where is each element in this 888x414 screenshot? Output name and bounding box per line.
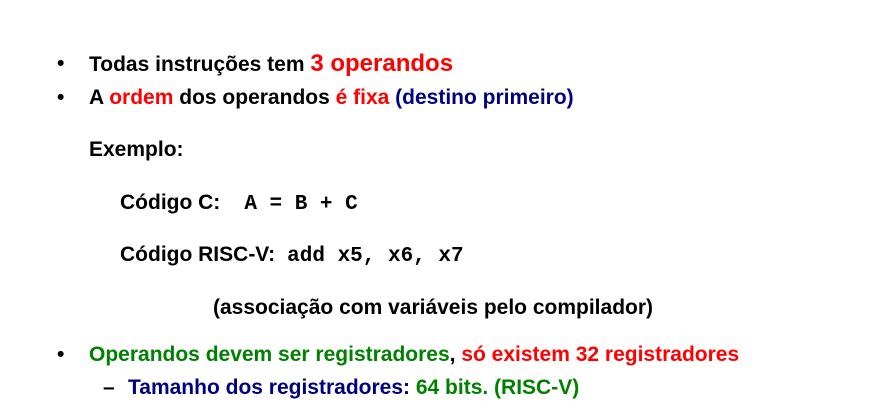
bullet-item-fixed-order: A ordem dos operandos é fixa (destino pr… [89,86,574,110]
bullet-text-a: A [89,86,110,109]
riscv-code-snippet: add x5, x6, x7 [287,245,464,268]
bullet-marker: • [57,86,65,109]
compiler-association-note: (associação com variáveis pelo compilado… [213,296,654,319]
riscv-code-label: Código RISC-V: [120,243,276,266]
bullet-marker: • [57,52,65,75]
example-heading: Exemplo: [89,138,184,161]
highlight-e-fixa: é fixa [335,86,390,109]
sub-bullet-marker: – [103,376,115,399]
bullet-item-registers: Operandos devem ser registradores, só ex… [89,343,739,367]
bullet-separator: , [449,343,462,366]
c-code-snippet: A = B + C [244,193,358,216]
register-size-value: 64 bits. (RISC-V) [415,376,580,399]
highlight-three-operands: 3 operandos [310,50,454,77]
bullet-item-three-operands: Todas instruções tem 3 operandos [89,52,453,77]
example-riscv-code-line: Código RISC-V: add x5, x6, x7 [120,243,464,269]
highlight-operandos-registradores: Operandos devem ser registradores [89,343,450,366]
highlight-32-registradores: só existem 32 registradores [461,343,740,366]
bullet-marker: • [57,343,65,366]
register-size-label: Tamanho dos registradores: [128,376,416,399]
c-code-label: Código C: [120,191,221,214]
highlight-destino-primeiro: (destino primeiro) [389,86,574,109]
highlight-ordem: ordem [109,86,174,109]
sub-bullet-register-size: Tamanho dos registradores: 64 bits. (RIS… [128,376,579,400]
bullet-text: Todas instruções tem [89,53,311,76]
bullet-text-dos-operandos: dos operandos [173,86,336,109]
example-c-code-line: Código C: A = B + C [120,191,358,217]
